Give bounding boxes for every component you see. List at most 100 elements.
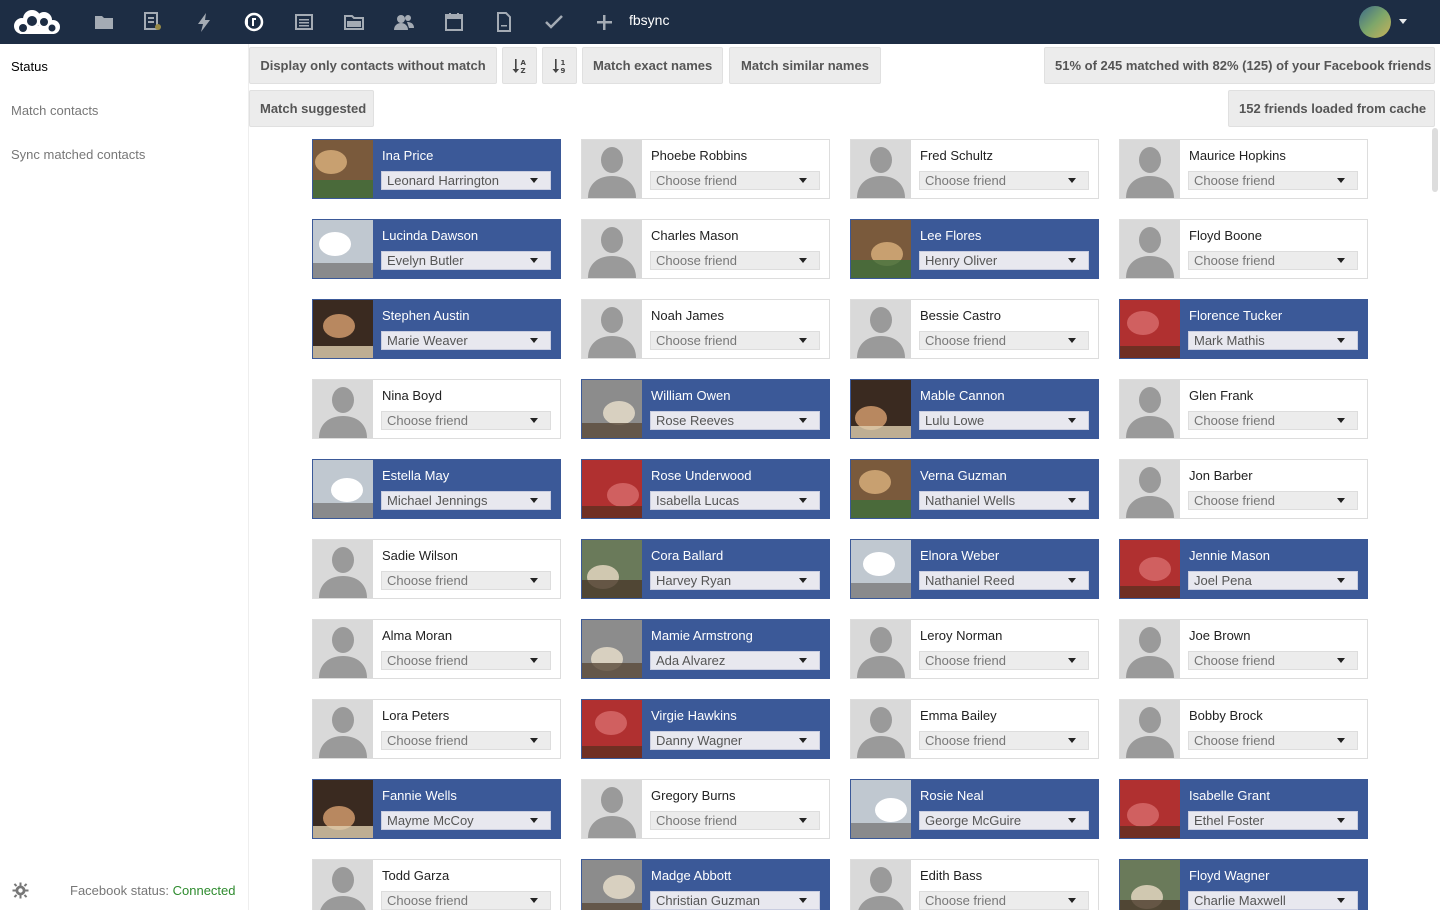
matched-contact-card: Jennie Mason Joel Pena (1119, 539, 1368, 599)
settings-gear-icon[interactable] (12, 882, 29, 899)
gallery-app-icon[interactable] (142, 11, 164, 33)
dropdown-caret-icon (1337, 178, 1345, 183)
default-avatar-icon (1120, 380, 1180, 438)
sort-alpha-button[interactable]: A Z (502, 47, 537, 84)
user-avatar[interactable] (1359, 6, 1391, 38)
contacts-app-icon[interactable] (393, 11, 415, 33)
contact-name: William Owen (651, 388, 731, 403)
friend-select[interactable]: Leonard Harrington (381, 171, 551, 190)
user-menu-caret-icon[interactable] (1399, 19, 1407, 24)
friend-select[interactable]: Henry Oliver (919, 251, 1089, 270)
friend-select[interactable]: Choose friend (1188, 251, 1358, 270)
friend-select[interactable]: Rose Reeves (650, 411, 820, 430)
friend-select[interactable]: Choose friend (650, 331, 820, 350)
dropdown-caret-icon (530, 178, 538, 183)
friend-select[interactable]: Choose friend (381, 891, 551, 910)
contact-name: Florence Tucker (1189, 308, 1283, 323)
friend-select-value: Choose friend (1194, 413, 1275, 428)
sidebar-item-sync-matched-contacts[interactable]: Sync matched contacts (11, 147, 145, 162)
friend-select[interactable]: George McGuire (919, 811, 1089, 830)
friend-select[interactable]: Charlie Maxwell (1188, 891, 1358, 910)
dropdown-caret-icon (530, 338, 538, 343)
matched-contact-card: Mamie Armstrong Ada Alvarez (581, 619, 830, 679)
friend-select[interactable]: Christian Guzman (650, 891, 820, 910)
friend-select[interactable]: Choose friend (650, 251, 820, 270)
friend-select[interactable]: Ada Alvarez (650, 651, 820, 670)
friend-select[interactable]: Choose friend (1188, 171, 1358, 190)
friend-select-value: Nathaniel Wells (925, 493, 1016, 508)
friend-select[interactable]: Harvey Ryan (650, 571, 820, 590)
friend-select[interactable]: Marie Weaver (381, 331, 551, 350)
friend-select[interactable]: Choose friend (650, 171, 820, 190)
friend-select[interactable]: Choose friend (919, 731, 1089, 750)
friend-select[interactable]: Choose friend (919, 331, 1089, 350)
default-avatar-icon (1120, 700, 1180, 758)
tasks-app-icon[interactable] (543, 11, 565, 33)
contact-name: Emma Bailey (920, 708, 997, 723)
sidebar-item-match-contacts[interactable]: Match contacts (11, 103, 98, 118)
files-app-icon[interactable] (93, 11, 115, 33)
document-app-icon[interactable] (493, 11, 515, 33)
friend-select[interactable]: Choose friend (1188, 411, 1358, 430)
friend-select[interactable]: Choose friend (650, 811, 820, 830)
owncloud-logo-icon[interactable] (10, 7, 62, 37)
matched-contact-card: Virgie Hawkins Danny Wagner (581, 699, 830, 759)
activity-app-icon[interactable] (193, 11, 215, 33)
sort-alpha-icon: A Z (512, 59, 526, 75)
friend-select[interactable]: Choose friend (381, 571, 551, 590)
friend-select-value: Henry Oliver (925, 253, 998, 268)
contact-card: Todd Garza Choose friend (312, 859, 561, 910)
friend-select[interactable]: Choose friend (919, 891, 1089, 910)
calendar-app-icon[interactable] (443, 11, 465, 33)
dropdown-caret-icon (1068, 258, 1076, 263)
display-only-without-match-button[interactable]: Display only contacts without match (249, 47, 497, 84)
friend-select[interactable]: Choose friend (381, 651, 551, 670)
dropdown-caret-icon (799, 578, 807, 583)
friend-select[interactable]: Nathaniel Reed (919, 571, 1089, 590)
contact-name: Joe Brown (1189, 628, 1251, 643)
friend-select[interactable]: Michael Jennings (381, 491, 551, 510)
fbsync-app-icon[interactable] (243, 11, 265, 33)
matched-contact-card: Estella May Michael Jennings (312, 459, 561, 519)
facebook-friend-photo (313, 780, 373, 838)
friend-select[interactable]: Lulu Lowe (919, 411, 1089, 430)
contact-card: Noah James Choose friend (581, 299, 830, 359)
friend-select[interactable]: Danny Wagner (650, 731, 820, 750)
friend-select[interactable]: Choose friend (381, 411, 551, 430)
scrollbar[interactable] (1432, 128, 1438, 192)
contact-card: Emma Bailey Choose friend (850, 699, 1099, 759)
sort-numeric-button[interactable]: 1 9 (542, 47, 577, 84)
contact-name: Elnora Weber (920, 548, 1000, 563)
friend-select[interactable]: Choose friend (381, 731, 551, 750)
friend-select[interactable]: Mark Mathis (1188, 331, 1358, 350)
friend-select[interactable]: Evelyn Butler (381, 251, 551, 270)
dropdown-caret-icon (799, 818, 807, 823)
friend-select[interactable]: Choose friend (1188, 651, 1358, 670)
sidebar-item-status[interactable]: Status (11, 59, 48, 74)
matched-contact-card: Lucinda Dawson Evelyn Butler (312, 219, 561, 279)
svg-text:1: 1 (560, 59, 565, 67)
facebook-friend-photo (313, 300, 373, 358)
friend-select[interactable]: Choose friend (1188, 491, 1358, 510)
svg-text:A: A (520, 59, 526, 67)
contact-name: Nina Boyd (382, 388, 442, 403)
match-suggested-button[interactable]: Match suggested (249, 90, 374, 127)
friend-select[interactable]: Choose friend (919, 171, 1089, 190)
friend-select[interactable]: Choose friend (1188, 731, 1358, 750)
match-exact-names-button[interactable]: Match exact names (582, 47, 723, 84)
friend-select[interactable]: Ethel Foster (1188, 811, 1358, 830)
friend-select-value: Choose friend (387, 893, 468, 908)
match-similar-names-button[interactable]: Match similar names (729, 47, 881, 84)
facebook-friend-photo (582, 460, 642, 518)
friend-select[interactable]: Choose friend (919, 651, 1089, 670)
friend-select[interactable]: Isabella Lucas (650, 491, 820, 510)
matched-contact-card: Rosie Neal George McGuire (850, 779, 1099, 839)
documents-folder-app-icon[interactable] (343, 11, 365, 33)
news-app-icon[interactable] (293, 11, 315, 33)
dropdown-caret-icon (530, 498, 538, 503)
add-app-icon[interactable] (593, 11, 615, 33)
friend-select[interactable]: Mayme McCoy (381, 811, 551, 830)
friend-select[interactable]: Joel Pena (1188, 571, 1358, 590)
contact-card: Bessie Castro Choose friend (850, 299, 1099, 359)
friend-select[interactable]: Nathaniel Wells (919, 491, 1089, 510)
